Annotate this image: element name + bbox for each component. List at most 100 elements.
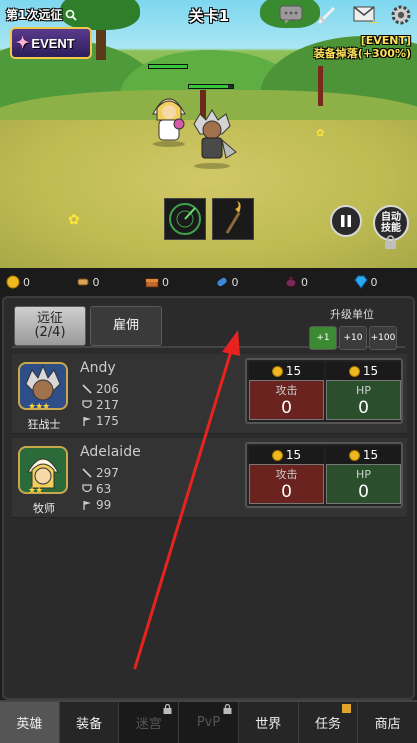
hp-upgrade-cost: 15 (326, 362, 401, 380)
cost-value: 15 (285, 448, 302, 462)
tab-expedition[interactable]: 远征 (2/4) (14, 306, 86, 346)
bottom-nav: 英雄 装备 迷宫 PvP 世界 任务 商店 (0, 700, 417, 743)
cost-value: 15 (362, 448, 379, 462)
treasure-chest-icon (145, 278, 159, 288)
settings-gear-icon[interactable] (388, 3, 414, 27)
nav-world[interactable]: 世界 (239, 702, 299, 743)
hero-class: 牧师 (33, 502, 55, 515)
skill-slot-torch[interactable] (212, 198, 254, 240)
hero-attack-value: 297 (96, 466, 119, 480)
event-note-text: 装备掉落(+300%) (313, 47, 411, 60)
attack-upgrade-button[interactable]: 15 攻击 0 (249, 446, 324, 504)
ally-hp-bar (148, 64, 188, 69)
hero-upgrade-card: 15 攻击 0 15 HP 0 (245, 442, 403, 508)
sword-stat-icon (82, 384, 92, 394)
upgrade-plus-100-button[interactable]: +100 (369, 326, 397, 350)
hero-name: Adelaide (80, 444, 141, 460)
nav-shop[interactable]: 商店 (358, 702, 417, 743)
attack-upgrade-cost: 15 (249, 446, 324, 464)
nav-label: 英雄 (16, 717, 43, 732)
resource-potion: 0 (209, 275, 279, 289)
hp-level: 0 (358, 482, 369, 502)
avatar[interactable] (18, 446, 68, 494)
potion-capsule-icon (216, 277, 227, 287)
upgrade-plus-1-button[interactable]: +1 (309, 326, 337, 350)
hero-class: 狂战士 (27, 418, 61, 431)
gold-coin-icon (271, 449, 283, 461)
auto-skill-label-1: 自动 (381, 212, 401, 223)
event-note-tag: [EVENT] (360, 34, 411, 47)
event-star-icon: ✦ (16, 35, 30, 52)
attack-upgrade-cost: 15 (249, 362, 324, 380)
upgrade-plus-10-button[interactable]: +10 (339, 326, 367, 350)
nav-label: 商店 (374, 717, 401, 732)
attack-upgrade-button[interactable]: 15 攻击 0 (249, 362, 324, 420)
resource-value: 0 (231, 275, 239, 289)
expedition-counter: 第1次远征 (6, 6, 77, 23)
gold-coin-icon (348, 365, 360, 377)
event-button[interactable]: ✦ EVENT (10, 27, 92, 59)
skill-slot-radar[interactable] (164, 198, 206, 240)
berserker-hero-sprite (193, 109, 237, 169)
hero-speed-stat: 175 (82, 414, 119, 428)
hero-attack-stat: 206 (82, 382, 119, 396)
resource-beetle: 0 (278, 275, 348, 289)
tab-hire[interactable]: 雇佣 (90, 306, 162, 346)
resource-value: 0 (370, 275, 378, 289)
hp-label: HP (356, 384, 371, 397)
hero-name: Andy (80, 360, 116, 376)
hero-speed-value: 99 (96, 498, 112, 512)
magnifier-icon[interactable] (65, 9, 77, 21)
flower-decoration: ✿ (316, 128, 325, 139)
gift-icon (342, 704, 352, 713)
hero-row-adelaide[interactable]: ★★ 牧师 Adelaide 297 63 99 15 攻击 0 15 HP 0 (12, 438, 407, 518)
priest-portrait-icon (27, 458, 59, 489)
hero-defense-stat: 63 (82, 482, 111, 496)
gold-coin-icon (6, 275, 20, 289)
hero-attack-stat: 297 (82, 466, 119, 480)
nav-quests[interactable]: 任务 (299, 702, 359, 743)
nav-label: 世界 (255, 717, 282, 732)
expedition-label: 第1次远征 (6, 8, 63, 22)
enemy-hp-bar (188, 84, 234, 89)
pause-button[interactable] (330, 205, 362, 237)
resource-gold: 0 (0, 275, 70, 289)
resource-diamond: 0 (348, 275, 417, 289)
panel-tab-row: 远征 (2/4) 雇佣 升级单位 +1 +10 +100 (12, 304, 405, 350)
hp-upgrade-button[interactable]: 15 HP 0 (326, 362, 401, 420)
hero-row-andy[interactable]: ★★★ 狂战士 Andy 206 217 175 15 攻击 0 15 HP 0 (12, 354, 407, 434)
hero-speed-stat: 99 (82, 498, 111, 512)
lock-icon (385, 235, 396, 249)
nav-maze[interactable]: 迷宫 (119, 702, 180, 743)
nav-label: 装备 (76, 717, 103, 732)
resource-value: 0 (92, 275, 100, 289)
resource-value: 0 (301, 275, 308, 289)
svg-text:+: + (369, 16, 377, 26)
resource-chest: 0 (139, 275, 209, 289)
lock-icon (223, 704, 232, 714)
nav-heroes[interactable]: 英雄 (0, 702, 60, 743)
nav-label: 迷宫 (135, 717, 162, 732)
flag-stat-icon (83, 501, 91, 510)
auto-skill-label-2: 技能 (381, 223, 401, 234)
resource-bar: 0 0 0 0 0 0 (0, 268, 417, 296)
sword-icon[interactable] (314, 3, 340, 27)
tree-trunk (318, 66, 323, 106)
attack-label: 攻击 (275, 384, 298, 397)
hero-attack-value: 206 (96, 382, 119, 396)
hp-level: 0 (358, 398, 369, 418)
hero-upgrade-card: 15 攻击 0 15 HP 0 (245, 358, 403, 424)
shield-stat-icon (82, 484, 92, 493)
hp-upgrade-button[interactable]: 15 HP 0 (326, 446, 401, 504)
diamond-icon (353, 275, 368, 289)
nav-equipment[interactable]: 装备 (60, 702, 120, 743)
nav-pvp[interactable]: PvP (179, 702, 239, 743)
torch-skill-icon (225, 201, 241, 234)
chat-icon[interactable] (278, 3, 304, 27)
nav-label: PvP (196, 715, 221, 730)
event-button-label: EVENT (31, 35, 75, 51)
radar-skill-icon (169, 203, 201, 235)
mail-icon[interactable]: + (352, 3, 378, 27)
resource-value: 0 (23, 275, 30, 289)
event-drop-bonus: [EVENT] 装备掉落(+300%) (314, 34, 411, 60)
